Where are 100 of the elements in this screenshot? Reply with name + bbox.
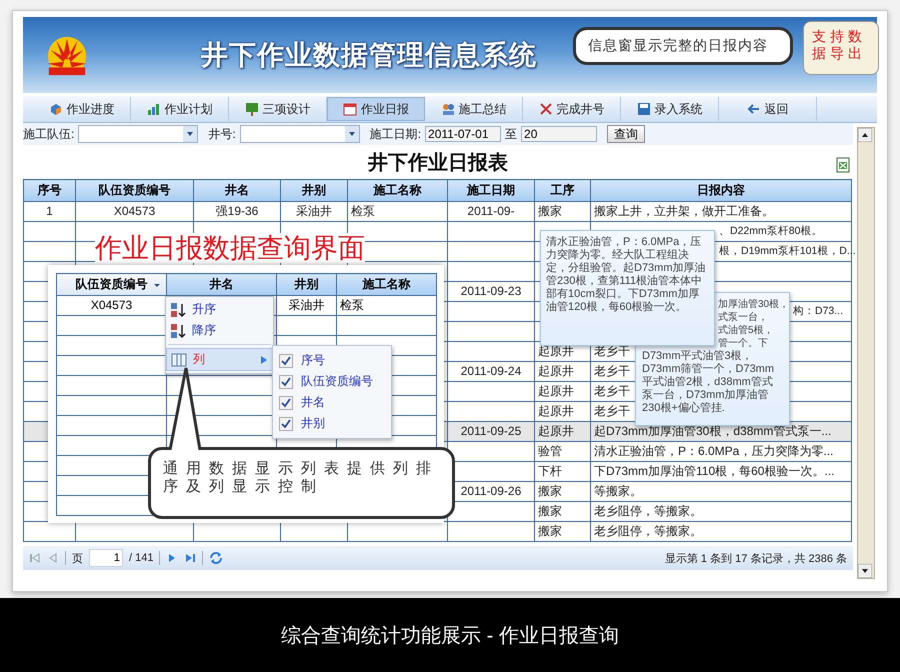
report-title: 井下作业日报表: [368, 150, 508, 176]
table-cell: 2011-09-: [448, 202, 534, 222]
checkbox[interactable]: [279, 354, 293, 368]
table-cell: 搬家: [534, 202, 590, 222]
bar-chart-icon: [146, 102, 160, 116]
page-label: 页: [72, 552, 83, 566]
date-field[interactable]: 2011-07-01: [425, 126, 502, 142]
table-cell: 检泵: [336, 296, 436, 316]
sort-ascending-icon: [170, 302, 186, 318]
tooltip-line: 式泵一台，: [718, 311, 768, 324]
system-title: 井下作业数据管理信息系统: [201, 39, 537, 72]
scroll-up-icon[interactable]: [858, 128, 872, 142]
page-field[interactable]: 1: [89, 549, 123, 567]
nav-tab[interactable]: 录入系统: [621, 97, 719, 121]
menu-item[interactable]: 列: [166, 348, 273, 371]
table-cell: 采油井: [276, 296, 336, 316]
filter-label: 井号:: [208, 126, 236, 142]
table-cell: 2011-09-24: [448, 362, 534, 382]
table-cell: 验管: [534, 442, 590, 462]
column-header[interactable]: 施工名称: [336, 274, 436, 296]
table-cell: 老乡阻停，等搬家。: [590, 502, 852, 522]
caret-icon: [344, 126, 359, 142]
column-header[interactable]: 日报内容: [590, 180, 852, 202]
checkbox[interactable]: [279, 396, 293, 410]
caption-text: 综合查询统计功能展示 - 作业日报查询: [0, 598, 900, 672]
column-header[interactable]: 序号: [24, 180, 76, 202]
column-toggle[interactable]: 序号: [273, 350, 391, 371]
scrollbar[interactable]: [857, 127, 875, 579]
table-cell: 强19-36: [194, 202, 280, 222]
column-header[interactable]: 井名: [166, 274, 276, 296]
checkbox[interactable]: [279, 374, 293, 388]
query-button[interactable]: 查询: [607, 125, 646, 143]
table-cell: 搬家: [534, 482, 590, 502]
table-cell: 起原井: [534, 382, 590, 402]
annotation-title: 作业日报数据查询界面: [95, 233, 365, 263]
column-header[interactable]: 施工名称: [348, 180, 448, 202]
callout: 支持数据导出: [803, 21, 879, 75]
filter-label: 施工日期:: [370, 126, 422, 142]
tooltip-line: D73mm筛管一个，D73mm: [642, 363, 774, 376]
callout: 信息窗显示完整的日报内容: [573, 27, 793, 65]
last-page-icon[interactable]: [184, 552, 196, 564]
tooltip-line: 泵一台，D73mm加厚油管: [642, 389, 769, 402]
nav-tab[interactable]: 完成井号: [523, 97, 621, 121]
table-cell: 1: [24, 202, 76, 222]
nav-tab[interactable]: 施工总结: [425, 97, 523, 121]
record-summary: 显示第 1 条到 17 条记录，共 2386 条: [664, 552, 847, 566]
tooltip-line: D73mm平式油管3根，: [642, 350, 753, 363]
nav-tab[interactable]: 作业日报: [327, 97, 425, 121]
table-cell: 搬家: [534, 522, 590, 542]
sort-descending-icon: [170, 322, 186, 338]
refresh-icon[interactable]: [209, 551, 224, 565]
table-cell: 老乡阻停，等搬家。: [590, 522, 852, 542]
table-cell: X04573: [76, 202, 194, 222]
table-cell: 搬家上井，立井架，做开工准备。: [590, 202, 852, 222]
column-header[interactable]: 井名: [194, 180, 280, 202]
board-icon: [244, 102, 258, 116]
table-cell: 2011-09-25: [448, 422, 534, 442]
nav-tab[interactable]: 返回: [719, 97, 817, 121]
tools-icon: [538, 102, 552, 116]
table-cell: 检泵: [348, 202, 448, 222]
menu-item[interactable]: 降序: [166, 320, 273, 341]
table-cell: 搬家: [534, 502, 590, 522]
scroll-down-icon[interactable]: [858, 564, 872, 578]
arrow-icon: [746, 102, 760, 116]
column-header[interactable]: 井别: [276, 274, 336, 296]
filter-label: 施工队伍:: [23, 126, 74, 142]
table-cell: 2011-09-23: [448, 282, 534, 302]
nav-tab[interactable]: 作业计划: [131, 97, 229, 121]
page-total: / 141: [129, 552, 154, 564]
column-header[interactable]: 井别: [280, 180, 348, 202]
column-toggle[interactable]: 井别: [273, 413, 391, 434]
info-tooltip: 清水正验油管，P：6.0MPa，压力突降为零。经大队工程组决定，分组验管。起D73mm加厚油管230根，查第111根油管本体中部有10cm裂口。下D73mm加厚油管120根，每60根验一次。: [540, 230, 715, 346]
cube-icon: [48, 102, 62, 116]
tooltip-line: 式油管5根，: [718, 324, 774, 337]
date-separator: 至: [505, 126, 518, 142]
nav-tab[interactable]: 作业进度: [33, 97, 131, 121]
date-field[interactable]: 20: [521, 126, 598, 142]
table-row[interactable]: 1 X04573 强19-36 采油井 检泵 2011-09- 搬家 搬家上井，立井架，做开工准备。: [24, 202, 852, 222]
column-header[interactable]: 队伍资质编号: [56, 274, 166, 296]
table-cell: 采油井: [280, 202, 348, 222]
table-cell: 清水正验油管，P：6.0MPa，压力突降为零...: [590, 442, 852, 462]
spreadsheet-icon[interactable]: [835, 157, 851, 173]
table-cell: 起原井: [534, 362, 590, 382]
submenu-arrow-icon: [260, 354, 268, 364]
menu-item[interactable]: 升序: [166, 299, 273, 320]
table-cell: 下杆: [534, 462, 590, 482]
tooltip-line: 230根+偏心管挂.: [642, 402, 725, 415]
column-header[interactable]: 队伍资质编号: [76, 180, 194, 202]
floppy-icon: [636, 102, 650, 116]
table-cell: 下D73mm加厚油管110根，每60根验一次。...: [590, 462, 852, 482]
column-toggle[interactable]: 井名: [273, 392, 391, 413]
column-header[interactable]: 施工日期: [448, 180, 534, 202]
column-header[interactable]: 工序: [534, 180, 590, 202]
callout: 通用数据显示列表提供列排序及列显示控制: [148, 447, 455, 519]
table-cell: 起原井: [534, 422, 590, 442]
columns-icon: [171, 352, 187, 368]
column-toggle[interactable]: 队伍资质编号: [273, 371, 391, 392]
caret-icon: [183, 126, 198, 142]
table-cell: 等搬家。: [590, 482, 852, 502]
checkbox[interactable]: [279, 416, 293, 430]
